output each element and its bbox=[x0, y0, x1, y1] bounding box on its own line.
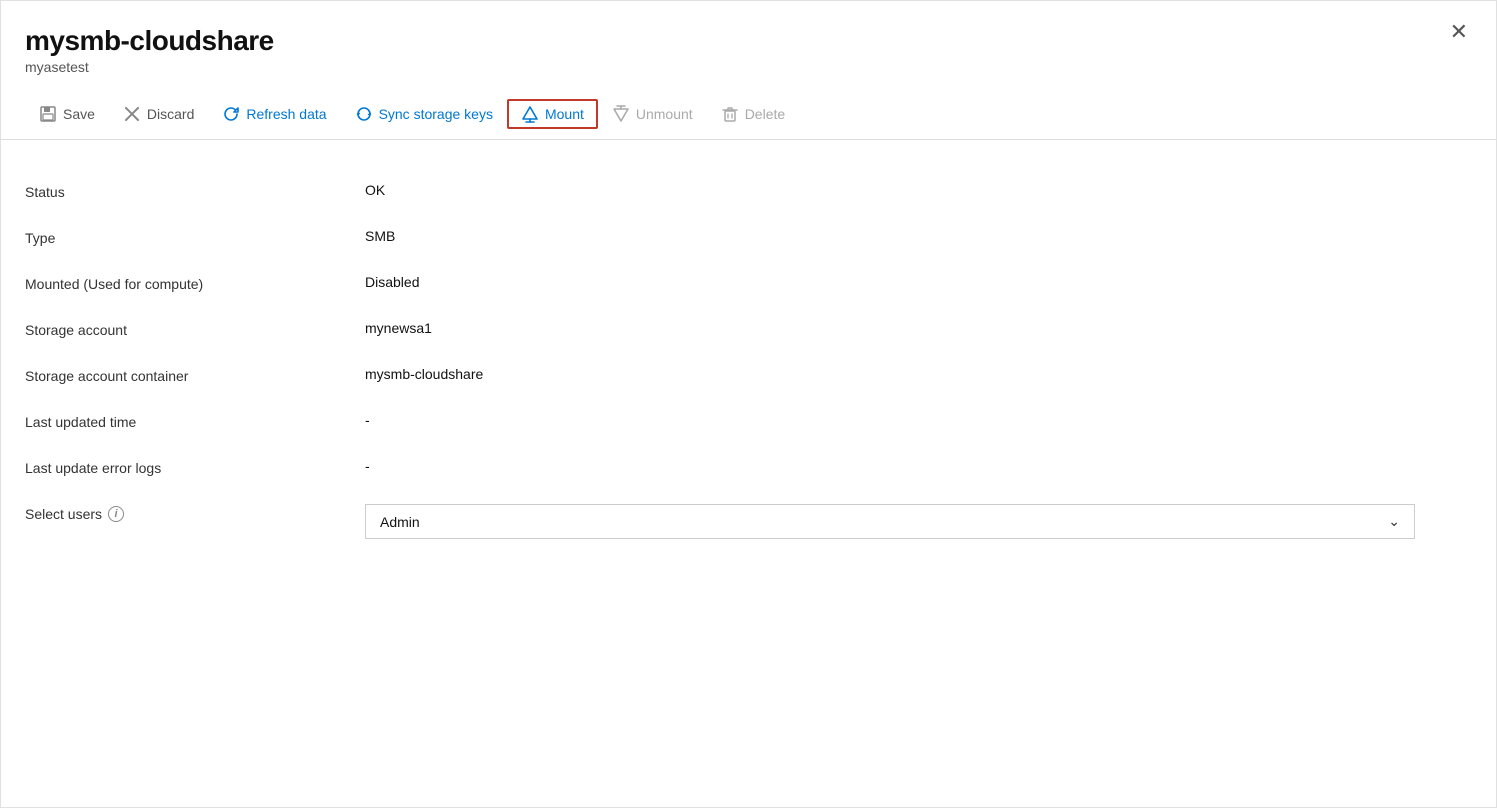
unmount-button[interactable]: Unmount bbox=[598, 99, 707, 129]
sync-button[interactable]: Sync storage keys bbox=[341, 99, 507, 129]
value-storage-account: mynewsa1 bbox=[365, 320, 1472, 336]
label-select-users: Select users i bbox=[25, 504, 365, 522]
panel-subtitle: myasetest bbox=[25, 59, 1464, 75]
value-mounted: Disabled bbox=[365, 274, 1472, 290]
panel-header: mysmb-cloudshare myasetest bbox=[1, 1, 1496, 85]
label-storage-account: Storage account bbox=[25, 320, 365, 338]
mount-icon bbox=[521, 105, 539, 123]
panel-title: mysmb-cloudshare bbox=[25, 25, 1464, 57]
chevron-down-icon: ⌄ bbox=[1388, 513, 1400, 530]
discard-label: Discard bbox=[147, 106, 194, 122]
value-status: OK bbox=[365, 182, 1472, 198]
value-last-updated: - bbox=[365, 412, 1472, 428]
save-icon bbox=[39, 105, 57, 123]
mount-label: Mount bbox=[545, 106, 584, 122]
unmount-icon bbox=[612, 105, 630, 123]
select-users-text: Select users bbox=[25, 506, 102, 522]
sync-icon bbox=[355, 105, 373, 123]
refresh-icon bbox=[222, 105, 240, 123]
label-storage-container: Storage account container bbox=[25, 366, 365, 384]
save-label: Save bbox=[63, 106, 95, 122]
select-users-value: Admin bbox=[380, 514, 420, 530]
label-type: Type bbox=[25, 228, 365, 246]
field-error-logs: Last update error logs - bbox=[25, 444, 1472, 490]
value-error-logs: - bbox=[365, 458, 1472, 474]
info-icon[interactable]: i bbox=[108, 506, 124, 522]
label-status: Status bbox=[25, 182, 365, 200]
delete-label: Delete bbox=[745, 106, 785, 122]
field-mounted: Mounted (Used for compute) Disabled bbox=[25, 260, 1472, 306]
select-users-dropdown[interactable]: Admin ⌄ bbox=[365, 504, 1415, 539]
refresh-button[interactable]: Refresh data bbox=[208, 99, 340, 129]
field-select-users: Select users i Admin ⌄ bbox=[25, 490, 1472, 553]
field-storage-container: Storage account container mysmb-cloudsha… bbox=[25, 352, 1472, 398]
mount-button[interactable]: Mount bbox=[507, 99, 598, 129]
label-mounted: Mounted (Used for compute) bbox=[25, 274, 365, 292]
discard-button[interactable]: Discard bbox=[109, 99, 208, 129]
value-type: SMB bbox=[365, 228, 1472, 244]
close-icon: ✕ bbox=[1450, 19, 1468, 44]
detail-panel: mysmb-cloudshare myasetest ✕ Save bbox=[0, 0, 1497, 808]
delete-button[interactable]: Delete bbox=[707, 99, 799, 129]
content-area: Status OK Type SMB Mounted (Used for com… bbox=[1, 140, 1496, 577]
discard-icon bbox=[123, 105, 141, 123]
label-last-updated: Last updated time bbox=[25, 412, 365, 430]
field-storage-account: Storage account mynewsa1 bbox=[25, 306, 1472, 352]
save-button[interactable]: Save bbox=[25, 99, 109, 129]
refresh-label: Refresh data bbox=[246, 106, 326, 122]
label-error-logs: Last update error logs bbox=[25, 458, 365, 476]
field-type: Type SMB bbox=[25, 214, 1472, 260]
close-button[interactable]: ✕ bbox=[1450, 21, 1468, 43]
delete-icon bbox=[721, 105, 739, 123]
unmount-label: Unmount bbox=[636, 106, 693, 122]
field-last-updated: Last updated time - bbox=[25, 398, 1472, 444]
toolbar: Save Discard Refresh data bbox=[1, 89, 1496, 140]
field-status: Status OK bbox=[25, 168, 1472, 214]
sync-label: Sync storage keys bbox=[379, 106, 493, 122]
value-storage-container: mysmb-cloudshare bbox=[365, 366, 1472, 382]
